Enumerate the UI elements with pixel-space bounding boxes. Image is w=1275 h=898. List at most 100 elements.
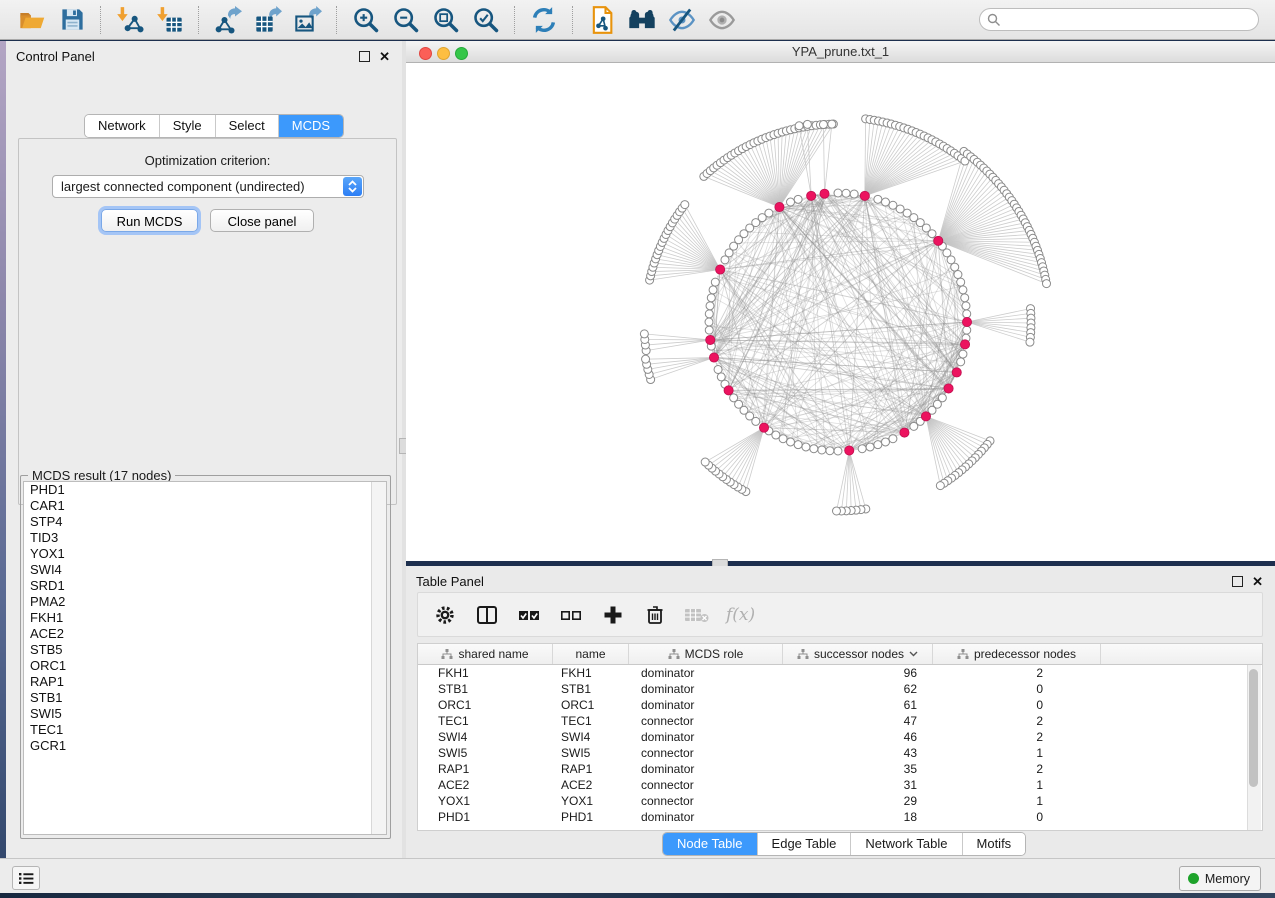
mcds-result-item[interactable]: FKH1 xyxy=(24,610,386,626)
network-node[interactable] xyxy=(826,447,834,455)
column-header-name[interactable]: name xyxy=(553,644,629,664)
mcds-hub-node[interactable] xyxy=(944,384,953,393)
network-node[interactable] xyxy=(705,326,713,334)
network-leaf-node[interactable] xyxy=(1042,280,1050,288)
network-node[interactable] xyxy=(730,394,738,402)
mcds-result-item[interactable]: CAR1 xyxy=(24,498,386,514)
network-node[interactable] xyxy=(714,365,722,373)
network-node[interactable] xyxy=(874,195,882,203)
network-leaf-node[interactable] xyxy=(681,201,689,209)
tab-select[interactable]: Select xyxy=(216,115,279,137)
network-node[interactable] xyxy=(717,373,725,381)
network-node[interactable] xyxy=(957,358,965,366)
network-node[interactable] xyxy=(810,445,818,453)
network-node[interactable] xyxy=(842,189,850,197)
network-leaf-node[interactable] xyxy=(1026,338,1034,346)
network-node[interactable] xyxy=(711,278,719,286)
zoom-out-icon[interactable] xyxy=(391,5,421,35)
network-node[interactable] xyxy=(866,443,874,451)
mcds-hub-node[interactable] xyxy=(820,189,829,198)
zoom-fit-icon[interactable] xyxy=(431,5,461,35)
mcds-hub-node[interactable] xyxy=(921,412,930,421)
mcds-result-item[interactable]: RAP1 xyxy=(24,674,386,690)
delete-table-icon[interactable] xyxy=(684,602,710,628)
network-node[interactable] xyxy=(787,198,795,206)
network-node[interactable] xyxy=(910,422,918,430)
delete-columns-icon[interactable] xyxy=(642,602,668,628)
mcds-result-item[interactable]: PHD1 xyxy=(24,482,386,498)
mcds-result-item[interactable]: SRD1 xyxy=(24,578,386,594)
network-node[interactable] xyxy=(858,445,866,453)
column-header-mcds-role[interactable]: MCDS role xyxy=(629,644,783,664)
table-row[interactable]: ACE2ACE2connector311 xyxy=(418,777,1262,793)
network-node[interactable] xyxy=(959,286,967,294)
hide-graphics-icon[interactable] xyxy=(667,5,697,35)
network-node[interactable] xyxy=(959,350,967,358)
network-node[interactable] xyxy=(707,294,715,302)
network-leaf-node[interactable] xyxy=(640,330,648,338)
network-node[interactable] xyxy=(874,441,882,449)
network-node[interactable] xyxy=(954,271,962,279)
network-leaf-node[interactable] xyxy=(795,122,803,130)
mcds-result-item[interactable]: STP4 xyxy=(24,514,386,530)
tab-node-table[interactable]: Node Table xyxy=(663,833,758,855)
network-node[interactable] xyxy=(794,441,802,449)
import-network-icon[interactable] xyxy=(115,5,145,35)
table-scrollbar-thumb[interactable] xyxy=(1249,669,1258,787)
column-header-shared-name[interactable]: shared name xyxy=(418,644,553,664)
mcds-result-item[interactable]: STB1 xyxy=(24,690,386,706)
create-column-icon[interactable] xyxy=(600,602,626,628)
toggle-panel-icon[interactable] xyxy=(474,602,500,628)
optimization-criterion-dropdown[interactable]: largest connected component (undirected) xyxy=(52,175,364,198)
table-row[interactable]: SWI5SWI5connector431 xyxy=(418,745,1262,761)
close-panel-icon[interactable]: ✕ xyxy=(379,51,390,62)
network-node[interactable] xyxy=(951,263,959,271)
search-box[interactable] xyxy=(979,8,1259,31)
network-leaf-node[interactable] xyxy=(803,120,811,128)
mcds-hub-node[interactable] xyxy=(716,265,725,274)
network-node[interactable] xyxy=(706,302,714,310)
table-row[interactable]: RAP1RAP1dominator352 xyxy=(418,761,1262,777)
tab-network[interactable]: Network xyxy=(85,115,160,137)
network-node[interactable] xyxy=(834,447,842,455)
table-row[interactable]: PHD1PHD1dominator180 xyxy=(418,809,1262,825)
mcds-result-item[interactable]: TEC1 xyxy=(24,722,386,738)
tab-motifs[interactable]: Motifs xyxy=(963,833,1026,855)
mcds-result-item[interactable]: STB5 xyxy=(24,642,386,658)
column-header-successor-nodes[interactable]: successor nodes xyxy=(783,644,933,664)
network-node[interactable] xyxy=(802,443,810,451)
network-leaf-node[interactable] xyxy=(936,482,944,490)
table-row[interactable]: ORC1ORC1dominator610 xyxy=(418,697,1262,713)
zoom-in-icon[interactable] xyxy=(351,5,381,35)
tab-mcds[interactable]: MCDS xyxy=(279,115,343,137)
mcds-result-list[interactable]: PHD1CAR1STP4TID3YOX1SWI4SRD1PMA2FKH1ACE2… xyxy=(23,481,387,835)
mcds-hub-node[interactable] xyxy=(962,317,971,326)
run-mcds-button[interactable]: Run MCDS xyxy=(101,209,198,232)
close-panel-icon[interactable]: ✕ xyxy=(1252,576,1263,587)
network-node[interactable] xyxy=(765,209,773,217)
mcds-hub-node[interactable] xyxy=(807,191,816,200)
mcds-hub-node[interactable] xyxy=(900,428,909,437)
network-node[interactable] xyxy=(889,201,897,209)
table-row[interactable]: TEC1TEC1connector472 xyxy=(418,713,1262,729)
network-node[interactable] xyxy=(850,190,858,198)
network-leaf-node[interactable] xyxy=(819,121,827,129)
tab-network-table[interactable]: Network Table xyxy=(851,833,962,855)
mcds-hub-node[interactable] xyxy=(709,353,718,362)
mcds-result-item[interactable]: YOX1 xyxy=(24,546,386,562)
mcds-hub-node[interactable] xyxy=(952,368,961,377)
table-row[interactable]: YOX1YOX1connector291 xyxy=(418,793,1262,809)
task-history-button[interactable] xyxy=(12,866,40,890)
network-node[interactable] xyxy=(963,310,971,318)
network-node[interactable] xyxy=(709,286,717,294)
mcds-list-scrollbar[interactable] xyxy=(371,482,386,834)
mcds-hub-node[interactable] xyxy=(724,386,733,395)
close-panel-button[interactable]: Close panel xyxy=(210,209,314,232)
float-window-icon[interactable] xyxy=(359,51,370,62)
deselect-all-icon[interactable] xyxy=(558,602,584,628)
import-table-icon[interactable] xyxy=(155,5,185,35)
network-node[interactable] xyxy=(957,278,965,286)
network-node[interactable] xyxy=(928,230,936,238)
mcds-result-item[interactable]: PMA2 xyxy=(24,594,386,610)
network-node[interactable] xyxy=(889,435,897,443)
